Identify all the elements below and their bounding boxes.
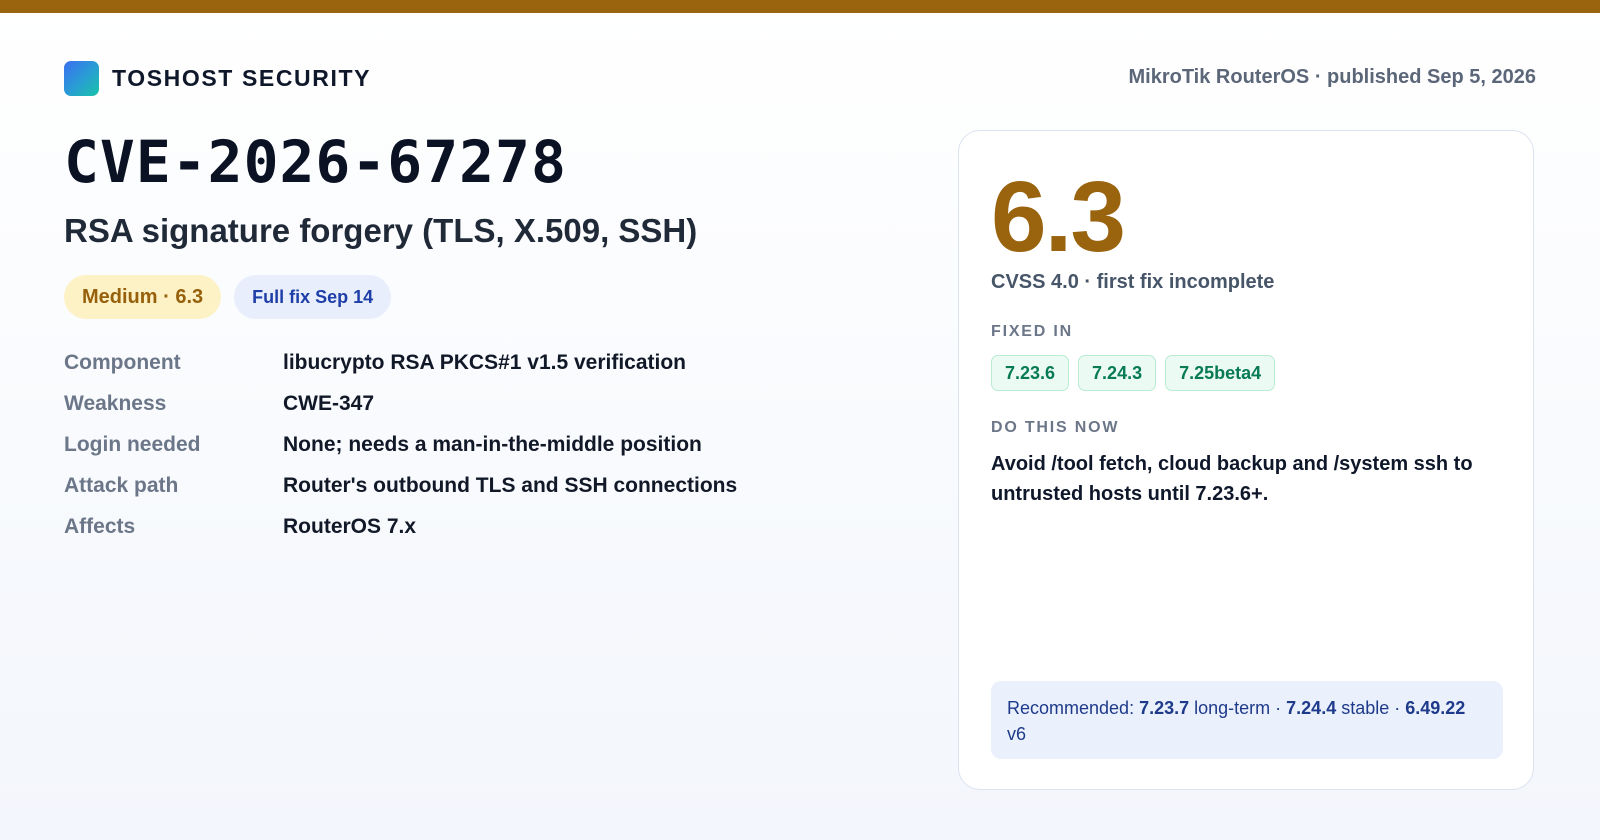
recommended-v6-label: v6: [1007, 724, 1027, 744]
detail-row-weakness: Weakness CWE-347: [64, 383, 884, 424]
recommended-longterm-label: long-term ·: [1189, 698, 1287, 718]
severity-badge: Medium · 6.3: [64, 275, 222, 319]
brand-logo-icon: [64, 61, 99, 96]
detail-row-component: Component libucrypto RSA PKCS#1 v1.5 ver…: [64, 342, 884, 383]
fix-date-badge: Full fix Sep 14: [234, 275, 392, 319]
do-this-now-text: Avoid /tool fetch, cloud backup and /sys…: [991, 453, 1473, 505]
brand: TOSHOST SECURITY: [64, 61, 371, 96]
detail-value: None; needs a man-in-the-middle position: [283, 432, 702, 456]
brand-name: TOSHOST SECURITY: [112, 65, 372, 91]
recommended-longterm-version: 7.23.7: [1139, 698, 1190, 718]
fixed-in-versions: 7.23.6 7.24.3 7.25beta4: [991, 355, 1276, 391]
version-chip: 7.25beta4: [1165, 355, 1276, 391]
detail-row-login-needed: Login needed None; needs a man-in-the-mi…: [64, 424, 884, 465]
detail-value: RouterOS 7.x: [283, 514, 417, 538]
detail-value: libucrypto RSA PKCS#1 v1.5 verification: [283, 350, 687, 374]
detail-label: Component: [64, 350, 181, 374]
recommended-stable-label: stable ·: [1336, 698, 1406, 718]
detail-row-affects: Affects RouterOS 7.x: [64, 506, 884, 547]
details-list: Component libucrypto RSA PKCS#1 v1.5 ver…: [64, 342, 884, 547]
detail-label: Attack path: [64, 473, 179, 497]
detail-label: Affects: [64, 514, 136, 538]
detail-label: Weakness: [64, 391, 167, 415]
badge-row: Medium · 6.3 Full fix Sep 14: [64, 275, 392, 319]
fixed-in-label: FIXED IN: [991, 323, 1073, 340]
detail-label: Login needed: [64, 432, 201, 456]
version-chip: 7.24.3: [1078, 355, 1157, 391]
top-accent-bar: [0, 0, 1600, 13]
recommended-stable-version: 7.24.4: [1286, 698, 1337, 718]
score-caption: CVSS 4.0 · first fix incomplete: [991, 271, 1275, 293]
recommended-prefix: Recommended:: [1007, 698, 1140, 718]
publication-meta: MikroTik RouterOS · published Sep 5, 202…: [1128, 66, 1536, 88]
score-panel: 6.3 CVSS 4.0 · first fix incomplete FIXE…: [958, 130, 1534, 790]
version-chip: 7.23.6: [991, 355, 1070, 391]
detail-value: CWE-347: [283, 391, 375, 415]
recommended-v6-version: 6.49.22: [1405, 698, 1466, 718]
detail-row-attack-path: Attack path Router's outbound TLS and SS…: [64, 465, 884, 506]
cvss-score: 6.3: [991, 161, 1126, 273]
cve-id: CVE-2026-67278: [64, 128, 567, 196]
do-this-now-label: DO THIS NOW: [991, 419, 1120, 436]
detail-value: Router's outbound TLS and SSH connection…: [283, 473, 738, 497]
advisory-title: RSA signature forgery (TLS, X.509, SSH): [64, 212, 698, 249]
recommended-versions-box: Recommended: 7.23.7 long-term · 7.24.4 s…: [991, 681, 1503, 759]
